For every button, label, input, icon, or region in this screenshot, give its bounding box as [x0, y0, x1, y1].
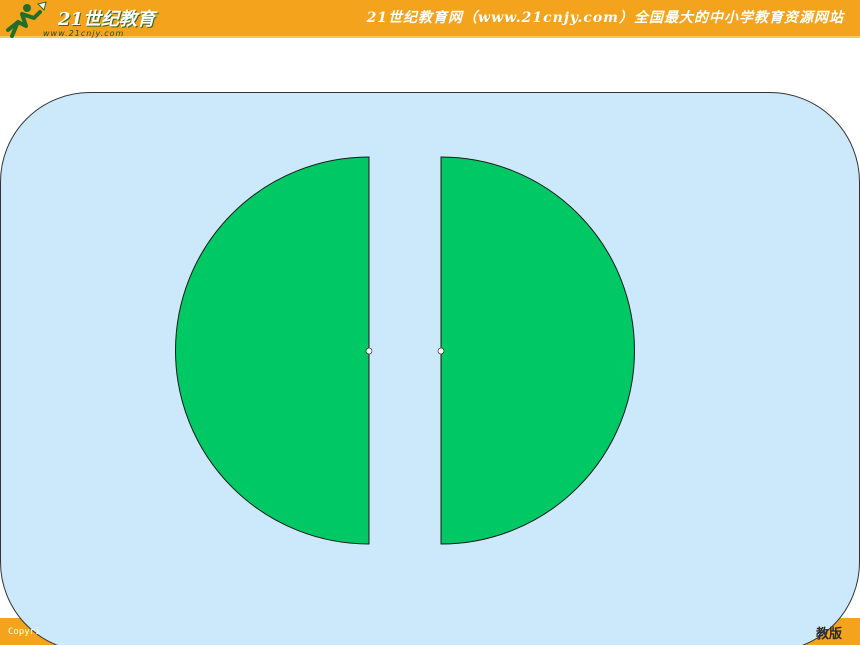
- left-center-dot: [365, 347, 373, 355]
- left-semicircle[interactable]: [175, 156, 370, 545]
- circle-figure: [175, 156, 635, 545]
- right-center-dot: [437, 347, 445, 355]
- right-semicircle[interactable]: [440, 156, 635, 545]
- footer-edition: 教版: [815, 627, 842, 642]
- footer-copyright: Copyri: [8, 627, 41, 637]
